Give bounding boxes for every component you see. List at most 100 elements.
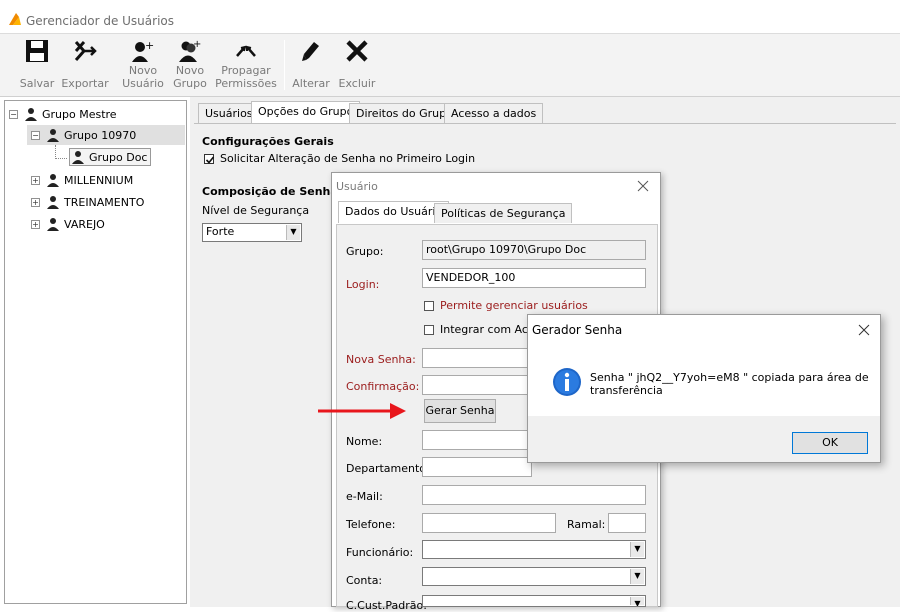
- propagate-label-1: Propagar: [221, 64, 271, 77]
- window-title: Gerenciador de Usuários: [26, 14, 175, 28]
- user-dialog-title: Usuário: [336, 180, 378, 193]
- group-icon: [47, 174, 59, 187]
- collapse-icon[interactable]: −: [9, 109, 18, 119]
- tree-item-millennium[interactable]: + MILLENNIUM: [31, 171, 133, 189]
- generator-message-line-1: Senha " jhQ2__Y7yoh=eM8 " copiada para á…: [590, 371, 869, 384]
- propagate-icon: [236, 45, 256, 57]
- phone-field[interactable]: [422, 513, 556, 533]
- login-field[interactable]: VENDEDOR_100: [422, 268, 646, 288]
- checkbox[interactable]: [424, 300, 434, 311]
- name-label: Nome:: [346, 435, 383, 448]
- tree-item-grupo-10970[interactable]: − Grupo 10970: [31, 126, 136, 144]
- save-label: Salvar: [19, 77, 55, 90]
- tree-connector: [55, 145, 56, 159]
- group-icon: [47, 218, 59, 231]
- edit-label: Alterar: [292, 77, 330, 90]
- dropdown-arrow-icon[interactable]: ▼: [630, 597, 644, 606]
- general-settings-title: Configurações Gerais: [202, 135, 334, 148]
- generator-message: Senha " jhQ2__Y7yoh=eM8 " copiada para á…: [590, 371, 870, 397]
- generator-message-line-2: transferência: [590, 384, 663, 397]
- svg-text:+: +: [193, 39, 201, 50]
- propagate-button[interactable]: Propagar Permissões: [214, 34, 278, 96]
- group-icon: [25, 108, 37, 121]
- require-password-change-option[interactable]: Solicitar Alteração de Senha no Primeiro…: [204, 152, 475, 165]
- group-tree: − Grupo Mestre − Grupo 10970 Grupo Doc +…: [4, 100, 187, 604]
- group-icon: [47, 129, 59, 142]
- security-level-value: Forte: [206, 225, 235, 238]
- export-icon: [74, 41, 97, 61]
- tree-item-label: Grupo Doc: [89, 150, 148, 164]
- dropdown-arrow-icon[interactable]: ▼: [286, 225, 300, 240]
- require-password-change-label: Solicitar Alteração de Senha no Primeiro…: [220, 152, 476, 165]
- tree-item-grupo-mestre[interactable]: − Grupo Mestre: [9, 105, 117, 123]
- expand-icon[interactable]: +: [31, 175, 40, 185]
- new-user-label-2: Usuário: [122, 77, 164, 90]
- dropdown-arrow-icon[interactable]: ▼: [630, 569, 644, 584]
- tab-security-policies[interactable]: Políticas de Segurança: [434, 203, 573, 223]
- confirm-password-field[interactable]: [422, 375, 532, 395]
- toolbar-separator: [284, 40, 285, 90]
- cost-center-select[interactable]: ▼: [422, 595, 646, 607]
- tree-item-label: VAREJO: [64, 217, 105, 231]
- checkbox[interactable]: [204, 153, 215, 164]
- tab-divider: [194, 123, 896, 124]
- close-icon[interactable]: [637, 180, 649, 192]
- tree-item-treinamento[interactable]: + TREINAMENTO: [31, 193, 144, 211]
- delete-label: Excluir: [338, 77, 376, 90]
- dropdown-arrow-icon[interactable]: ▼: [630, 542, 644, 557]
- employee-select[interactable]: ▼: [422, 540, 646, 559]
- login-label: Login:: [346, 278, 380, 291]
- svg-text:+: +: [145, 39, 154, 52]
- close-icon[interactable]: [858, 324, 870, 336]
- security-level-label: Nível de Segurança: [202, 204, 310, 217]
- tree-item-grupo-doc[interactable]: Grupo Doc: [69, 148, 152, 166]
- department-label: Departamento:: [346, 462, 430, 475]
- pencil-icon: [302, 42, 319, 61]
- tab-data-access[interactable]: Acesso a dados: [444, 103, 544, 123]
- email-field[interactable]: [422, 485, 646, 505]
- tab-user-data[interactable]: Dados do Usuário: [338, 201, 450, 223]
- checkmark-icon: [205, 155, 215, 164]
- ok-button[interactable]: OK: [792, 432, 868, 454]
- extension-field[interactable]: [608, 513, 646, 533]
- department-field[interactable]: [422, 457, 532, 477]
- integrate-active-directory-option[interactable]: Integrar com Activ: [424, 323, 542, 336]
- export-button[interactable]: Exportar: [60, 34, 110, 96]
- propagate-label-2: Permissões: [215, 77, 277, 90]
- manage-users-option[interactable]: Permite gerenciar usuários: [424, 299, 588, 312]
- edit-button[interactable]: Alterar: [290, 34, 332, 96]
- phone-label: Telefone:: [346, 518, 396, 531]
- email-label: e-Mail:: [346, 490, 383, 503]
- expand-icon[interactable]: +: [31, 197, 40, 207]
- title-bar: Gerenciador de Usuários: [0, 0, 900, 34]
- user-dialog-titlebar: Usuário: [332, 173, 660, 199]
- new-user-button[interactable]: + Novo Usuário: [120, 34, 166, 96]
- group-label: Grupo:: [346, 245, 384, 258]
- generate-password-button[interactable]: Gerar Senha: [424, 399, 496, 423]
- generator-dialog-footer: OK: [528, 416, 880, 462]
- tree-item-label: TREINAMENTO: [64, 195, 145, 209]
- password-generator-dialog: Gerador Senha Senha " jhQ2__Y7yoh=eM8 " …: [527, 314, 881, 463]
- new-password-field[interactable]: [422, 348, 532, 368]
- name-field[interactable]: [422, 430, 532, 450]
- account-select[interactable]: ▼: [422, 567, 646, 586]
- delete-button[interactable]: Excluir: [336, 34, 378, 96]
- new-group-button[interactable]: + Novo Grupo: [170, 34, 210, 96]
- group-icon: [47, 196, 59, 209]
- tree-item-varejo[interactable]: + VAREJO: [31, 215, 105, 233]
- manage-users-label: Permite gerenciar usuários: [440, 299, 588, 312]
- new-user-icon: +: [132, 39, 154, 62]
- checkbox[interactable]: [424, 324, 434, 335]
- new-password-label: Nova Senha:: [346, 353, 416, 366]
- account-label: Conta:: [346, 574, 383, 587]
- save-button[interactable]: Salvar: [18, 34, 56, 96]
- new-group-label-1: Novo: [175, 64, 205, 77]
- group-field: root\Grupo 10970\Grupo Doc: [422, 240, 646, 260]
- tab-group-options[interactable]: Opções do Grupo: [251, 101, 361, 123]
- collapse-icon[interactable]: −: [31, 130, 40, 140]
- new-user-label-1: Novo: [128, 64, 158, 77]
- expand-icon[interactable]: +: [31, 219, 40, 229]
- security-level-select[interactable]: Forte ▼: [202, 223, 302, 242]
- employee-label: Funcionário:: [346, 546, 414, 559]
- new-group-icon: +: [179, 39, 201, 62]
